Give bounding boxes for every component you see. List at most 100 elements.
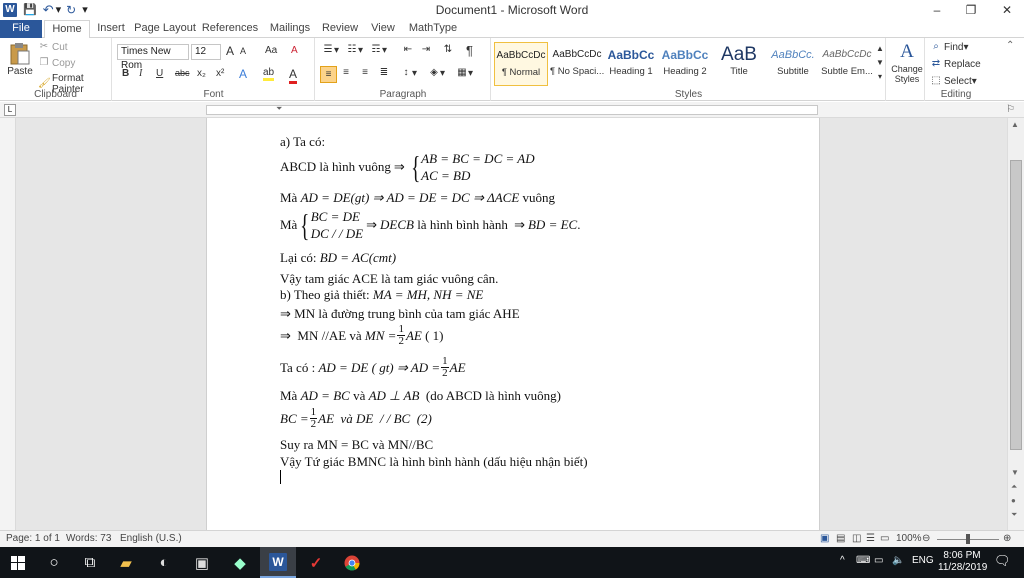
italic-button[interactable]: I <box>139 68 142 79</box>
tab-view[interactable]: View <box>366 20 400 38</box>
vertical-scrollbar[interactable]: ▲ ▼ ⏶ ● ⏷ <box>1007 118 1024 530</box>
word-logo-icon[interactable]: W <box>3 2 17 17</box>
style-heading-2[interactable]: AaBbCc Heading 2 <box>658 42 712 86</box>
text-effects-button[interactable]: A <box>239 67 247 81</box>
decrease-indent-button[interactable]: ⇤ <box>402 44 414 56</box>
store-button[interactable]: ▣ <box>184 547 220 578</box>
style-normal[interactable]: AaBbCcDc ¶ Normal <box>494 42 548 86</box>
clear-formatting-button[interactable]: A <box>291 45 298 56</box>
style-no-spacing[interactable]: AaBbCcDc ¶ No Spaci... <box>550 42 604 86</box>
close-button[interactable]: ✕ <box>990 0 1024 20</box>
ruler-track[interactable] <box>206 105 818 115</box>
app-button[interactable]: ✓ <box>298 547 334 578</box>
strikethrough-button[interactable]: abc <box>175 68 190 78</box>
increase-indent-button[interactable]: ⇥ <box>420 44 432 56</box>
tab-home[interactable]: Home <box>44 20 90 39</box>
document-page[interactable]: a) Ta có: ABCD là hình vuông ⇒ { AB = BC… <box>206 118 820 530</box>
superscript-button[interactable]: x² <box>216 68 224 79</box>
file-explorer-button[interactable]: ▰ <box>108 547 144 578</box>
bold-button[interactable]: B <box>122 68 129 79</box>
app-button[interactable]: ◆ <box>222 547 258 578</box>
copy-button[interactable]: ❐ Copy <box>38 57 76 69</box>
battery-icon[interactable]: ▭ <box>874 555 883 566</box>
input-language[interactable]: ENG <box>912 555 934 566</box>
language-status[interactable]: English (U.S.) <box>120 533 182 544</box>
tab-mathtype[interactable]: MathType <box>404 20 462 38</box>
notifications-icon[interactable]: 🗨 <box>994 553 1011 569</box>
subscript-button[interactable]: x₂ <box>197 68 206 79</box>
zoom-slider-thumb[interactable] <box>966 534 970 544</box>
customize-qat-icon[interactable]: ▾ <box>82 3 88 16</box>
next-page-icon[interactable]: ⏷ <box>1011 510 1017 520</box>
previous-page-icon[interactable]: ⏶ <box>1011 482 1017 492</box>
full-screen-reading-icon[interactable]: ▤ <box>836 533 845 544</box>
word-taskbar-button[interactable]: W <box>260 547 296 578</box>
network-icon[interactable]: ⌨ <box>856 555 870 566</box>
font-color-button[interactable]: A <box>289 67 298 84</box>
chrome-button[interactable] <box>334 547 370 578</box>
align-right-button[interactable]: ≡ <box>359 67 371 79</box>
tab-insert[interactable]: Insert <box>92 20 130 38</box>
undo-dropdown-icon[interactable]: ▾ <box>56 3 62 16</box>
highlight-button[interactable]: ab <box>263 67 275 81</box>
numbering-button[interactable]: ☷ ▾ <box>346 44 364 56</box>
redo-icon[interactable]: ↻ <box>66 3 76 17</box>
style-subtitle[interactable]: AaBbCc. Subtitle <box>766 42 820 86</box>
align-left-button[interactable]: ≡ <box>320 66 337 83</box>
sort-button[interactable]: ⇅ <box>442 44 454 56</box>
tab-mailings[interactable]: Mailings <box>265 20 315 38</box>
view-ruler-icon[interactable]: ⚐ <box>1006 104 1015 115</box>
style-title[interactable]: AaB Title <box>712 42 766 86</box>
style-heading-1[interactable]: AaBbCc Heading 1 <box>604 42 658 86</box>
clock[interactable]: 8:06 PM 11/28/2019 <box>938 550 987 574</box>
indent-marker-icon[interactable]: ⏷ <box>276 104 282 114</box>
print-layout-icon[interactable]: ▣ <box>820 533 829 544</box>
find-button[interactable]: ⌕ Find ▾ <box>930 41 968 53</box>
bullets-button[interactable]: ☰ ▾ <box>322 44 340 56</box>
shrink-font-button[interactable]: A <box>240 46 246 56</box>
zoom-level[interactable]: 100% <box>896 533 922 544</box>
draft-view-icon[interactable]: ▭ <box>880 533 889 544</box>
borders-button[interactable]: ▦ ▾ <box>456 67 473 79</box>
line-spacing-button[interactable]: ↕ ▾ <box>400 67 418 79</box>
zoom-out-icon[interactable]: ⊖ <box>922 533 930 544</box>
volume-icon[interactable]: 🔈 <box>892 555 904 566</box>
restore-button[interactable]: ❐ <box>954 0 988 20</box>
tab-review[interactable]: Review <box>318 20 362 38</box>
tab-references[interactable]: References <box>200 20 260 38</box>
scroll-down-icon[interactable]: ▼ <box>1011 468 1019 477</box>
paste-button[interactable]: Paste <box>6 42 34 77</box>
change-case-button[interactable]: Aa <box>265 45 277 56</box>
show-formatting-button[interactable]: ¶ <box>466 43 473 58</box>
change-styles-button[interactable]: A Change Styles <box>891 40 923 84</box>
font-size-select[interactable]: 12 <box>191 44 221 60</box>
collapse-ribbon-icon[interactable]: ⌃ <box>1006 40 1014 51</box>
select-button[interactable]: ⬚ Select ▾ <box>930 75 977 87</box>
browse-object-icon[interactable]: ● <box>1011 496 1016 505</box>
task-view-button[interactable]: ⧉ <box>72 547 108 578</box>
multilevel-list-button[interactable]: ☶ ▾ <box>370 44 388 56</box>
shading-button[interactable]: ◈ ▾ <box>428 67 445 79</box>
web-layout-icon[interactable]: ◫ <box>852 533 861 544</box>
search-button[interactable]: ○ <box>36 547 72 578</box>
scrollbar-thumb[interactable] <box>1010 160 1022 450</box>
scroll-up-icon[interactable]: ▲ <box>1011 120 1019 129</box>
save-icon[interactable]: 💾 <box>23 3 37 16</box>
font-family-select[interactable]: Times New Rom <box>117 44 189 71</box>
outline-view-icon[interactable]: ☰ <box>866 533 875 544</box>
minimize-button[interactable]: – <box>920 0 954 20</box>
page-count[interactable]: Page: 1 of 1 <box>6 533 60 544</box>
style-subtle-emphasis[interactable]: AaBbCcDc Subtle Em... <box>820 42 874 86</box>
undo-icon[interactable]: ↶ <box>43 2 54 18</box>
tab-selector-icon[interactable]: L <box>4 104 16 116</box>
styles-scroll[interactable]: ▲ ▼ ▾ <box>876 42 884 84</box>
justify-button[interactable]: ≣ <box>378 67 390 79</box>
cut-button[interactable]: ✂ Cut <box>38 41 68 53</box>
app-button[interactable]: ◐ <box>146 547 182 578</box>
tab-file[interactable]: File <box>0 20 42 38</box>
word-count[interactable]: Words: 73 <box>66 533 111 544</box>
underline-button[interactable]: U <box>156 68 163 79</box>
tab-page-layout[interactable]: Page Layout <box>134 20 196 38</box>
zoom-in-icon[interactable]: ⊕ <box>1003 533 1011 544</box>
start-button[interactable] <box>0 547 36 578</box>
